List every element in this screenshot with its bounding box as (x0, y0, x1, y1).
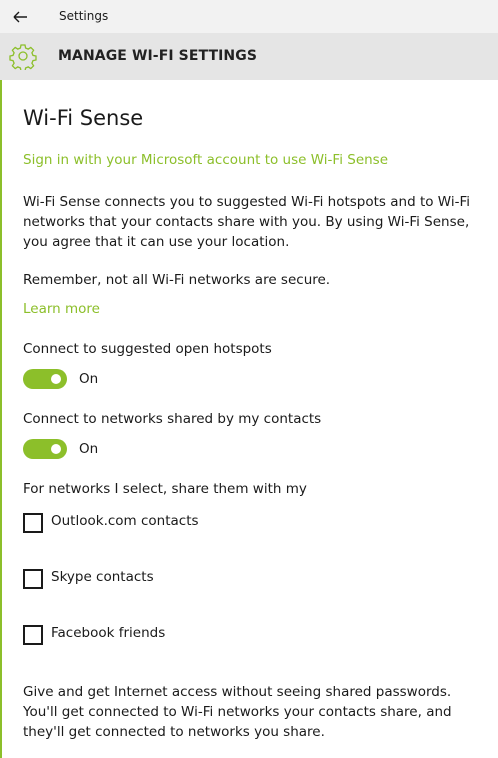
gear-icon (9, 44, 37, 70)
contacts-toggle-label: Connect to networks shared by my contact… (23, 411, 322, 427)
left-accent-rule (0, 80, 2, 758)
contacts-toggle[interactable] (23, 439, 67, 459)
hotspots-toggle-state: On (79, 371, 99, 387)
outlook-contacts-label: Outlook.com contacts (51, 513, 199, 529)
toggle-knob (51, 444, 61, 454)
contacts-toggle-state: On (79, 441, 99, 457)
facebook-friends-checkbox[interactable] (23, 625, 43, 645)
security-reminder: Remember, not all Wi-Fi networks are sec… (23, 272, 331, 288)
title-bar: Settings (0, 0, 498, 33)
description-text: Wi-Fi Sense connects you to suggested Wi… (23, 194, 470, 250)
signin-link[interactable]: Sign in with your Microsoft account to u… (23, 152, 388, 168)
learn-more-link[interactable]: Learn more (23, 301, 100, 317)
skype-contacts-checkbox[interactable] (23, 569, 43, 589)
share-with-label: For networks I select, share them with m… (23, 481, 307, 497)
hotspots-toggle-label: Connect to suggested open hotspots (23, 341, 272, 357)
hotspots-toggle[interactable] (23, 369, 67, 389)
section-heading: Wi-Fi Sense (23, 106, 144, 130)
page-header: MANAGE WI-FI SETTINGS (0, 33, 498, 80)
outlook-contacts-checkbox[interactable] (23, 513, 43, 533)
facebook-friends-label: Facebook friends (51, 625, 166, 641)
back-arrow-icon[interactable] (10, 8, 34, 26)
window-title: Settings (59, 9, 109, 23)
skype-contacts-label: Skype contacts (51, 569, 154, 585)
footer-text: Give and get Internet access without see… (23, 684, 452, 740)
page-title: MANAGE WI-FI SETTINGS (58, 48, 258, 64)
toggle-knob (51, 374, 61, 384)
